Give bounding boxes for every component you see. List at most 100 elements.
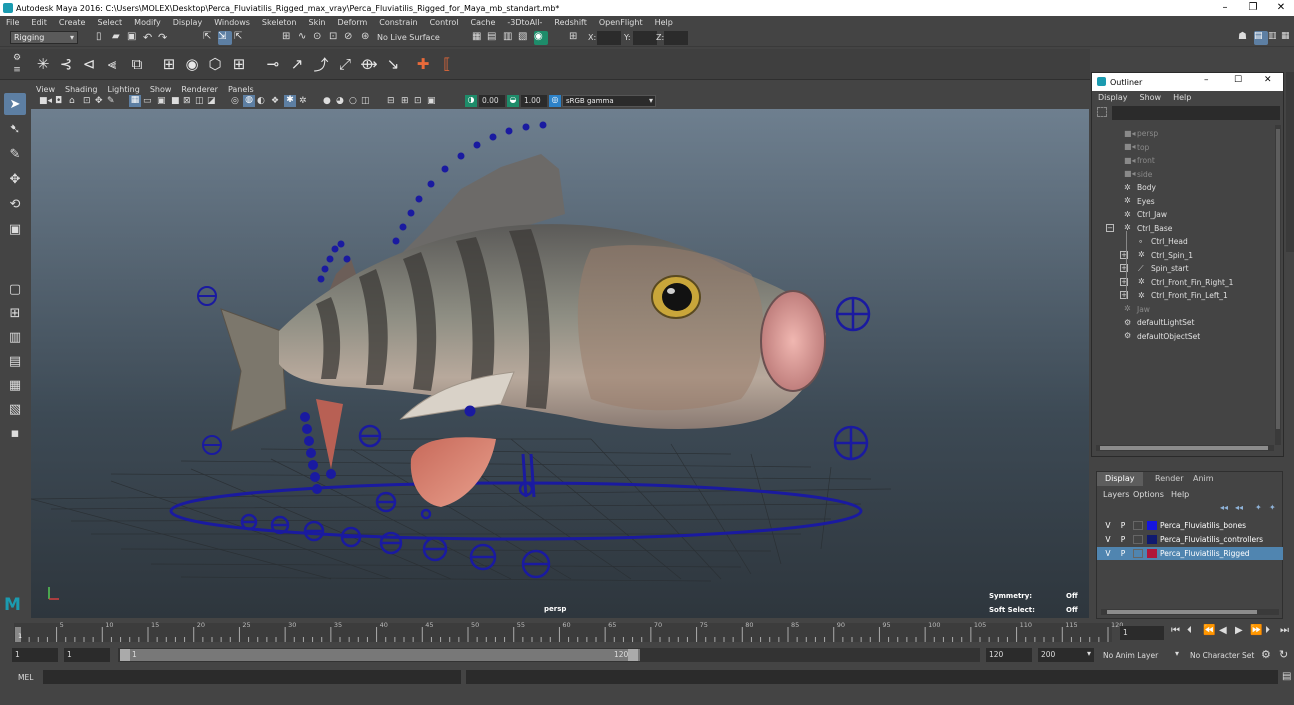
play-forwards-button[interactable]: ▶ (1235, 625, 1243, 636)
undo-icon[interactable]: ↶ (143, 31, 157, 45)
outliner-menu-display[interactable]: Display (1092, 93, 1134, 102)
persp-outliner-layout-icon[interactable]: ▦ (4, 374, 26, 396)
menu-cache[interactable]: Cache (465, 18, 502, 27)
outliner-item[interactable]: ⟋ Spin_start (1138, 262, 1189, 275)
mel-command-input[interactable] (43, 670, 461, 684)
current-frame-field[interactable]: 1 (1120, 626, 1164, 640)
menu-redshift[interactable]: Redshift (548, 18, 592, 27)
range-bar[interactable]: 1 120 (118, 648, 980, 662)
channel-box-toggle-icon[interactable]: ▥ (1268, 31, 1282, 45)
layer-color-swatch[interactable] (1147, 535, 1157, 544)
render-frame-icon[interactable]: ▤ (487, 31, 501, 45)
menu-3dtoall[interactable]: -3DtoAll- (501, 18, 548, 27)
isolate-select-icon[interactable]: ⊟ (387, 96, 395, 106)
z-field[interactable] (664, 31, 688, 45)
play-backwards-button[interactable]: ◀ (1219, 625, 1227, 636)
lattice-icon[interactable]: ⬡ (204, 53, 226, 75)
modeling-toolkit-icon[interactable]: ☗ (1238, 31, 1252, 45)
close-button[interactable]: ✕ (1266, 0, 1294, 16)
layer-color-swatch[interactable] (1147, 521, 1157, 530)
menu-windows[interactable]: Windows (208, 18, 256, 27)
snap-grid-icon[interactable]: ⊞ (282, 31, 296, 45)
layer-visibility-toggle[interactable]: V (1103, 549, 1113, 558)
outliner-item[interactable]: ■◂ top (1124, 141, 1149, 154)
shade-wire-icon[interactable]: ◐ (257, 96, 265, 106)
open-scene-icon[interactable]: ▰ (112, 31, 126, 45)
go-to-start-button[interactable]: ⏮ (1171, 625, 1180, 636)
perspective-viewport[interactable]: persp Symmetry: Off Soft Select: Off (31, 109, 1089, 618)
snap-view-icon[interactable]: ⊡ (329, 31, 343, 45)
mirror-joint-icon[interactable]: ⧉ (126, 53, 148, 75)
screen-space-ao-icon[interactable]: ● (323, 96, 331, 106)
motion-blur-icon[interactable]: ◕ (336, 96, 344, 106)
persp-hypershade-layout-icon[interactable]: ▧ (4, 398, 26, 420)
xray-joints-icon[interactable]: ⊡ (414, 96, 422, 106)
four-view-layout-icon[interactable]: ⊞ (4, 302, 26, 324)
textured-icon[interactable]: ❖ (271, 96, 279, 106)
select-tool-icon[interactable]: ➤ (4, 93, 26, 115)
animation-end-field[interactable]: 200 (1038, 648, 1094, 662)
hypershade-icon[interactable]: ◉ (534, 31, 548, 45)
shelf-menu-icon[interactable]: ⚙ ≡ (12, 52, 22, 77)
outliner-item[interactable]: ✲ Ctrl_Front_Fin_Left_1 (1138, 289, 1228, 302)
menuset-dropdown[interactable]: Rigging ▾ (10, 31, 78, 44)
depth-of-field-icon[interactable]: ◫ (361, 96, 370, 106)
viewport-menu-view[interactable]: View (31, 85, 60, 94)
select-object-icon[interactable]: ⇲ (218, 31, 232, 45)
select-hierarchy-icon[interactable]: ⇱ (203, 31, 217, 45)
x-field[interactable] (597, 31, 621, 45)
layer-row[interactable]: V P Perca_Fluviatilis_controllers (1097, 533, 1283, 546)
exposure-icon[interactable]: ◑ (465, 95, 477, 107)
redo-icon[interactable]: ↷ (158, 31, 172, 45)
locator-icon[interactable]: ✚ (412, 53, 434, 75)
tool-settings-toggle-icon[interactable]: ▦ (1281, 31, 1294, 45)
persp-graph-layout-icon[interactable]: ▤ (4, 350, 26, 372)
grease-pencil-icon[interactable]: ✎ (107, 96, 115, 106)
layer-visibility-toggle[interactable]: V (1103, 521, 1113, 530)
viewport-menu-show[interactable]: Show (145, 85, 177, 94)
resolution-gate-icon[interactable]: ▣ (157, 96, 166, 106)
outliner-item[interactable]: ✲ Ctrl_Base (1124, 222, 1172, 235)
outliner-item[interactable]: ✲ Eyes (1124, 195, 1155, 208)
bookmark-icon[interactable]: ⌂ (69, 96, 75, 106)
layer-type-toggle[interactable] (1133, 521, 1143, 530)
layer-hscrollbar[interactable] (1101, 609, 1279, 615)
go-to-end-button[interactable]: ⏭ (1280, 625, 1289, 636)
outliner-menu-show[interactable]: Show (1134, 93, 1168, 102)
custom-layout-icon[interactable]: ▪ (4, 422, 26, 444)
render-view-icon[interactable]: ▦ (472, 31, 486, 45)
outliner-search-input[interactable] (1112, 106, 1280, 120)
viewport-menu-lighting[interactable]: Lighting (102, 85, 144, 94)
outliner-item[interactable]: ■◂ side (1124, 168, 1152, 181)
outliner-item[interactable]: ⚙ defaultLightSet (1124, 316, 1194, 329)
viewport-menu-renderer[interactable]: Renderer (176, 85, 223, 94)
outliner-vscrollbar[interactable] (1275, 125, 1281, 445)
outliner-item[interactable]: ✲ Ctrl_Front_Fin_Right_1 (1138, 276, 1233, 289)
multisample-aa-icon[interactable]: ○ (349, 96, 357, 106)
select-component-icon[interactable]: ⇱ (234, 31, 248, 45)
outliner-close-button[interactable]: ✕ (1264, 75, 1272, 85)
exposure-field[interactable]: 0.00 (479, 95, 505, 107)
preferences-icon[interactable]: ↻ (1279, 648, 1288, 661)
tab-anim[interactable]: Anim (1185, 472, 1222, 486)
grid-toggle-icon[interactable]: ▦ (129, 95, 141, 107)
insert-joint-icon[interactable]: ⫷ (101, 53, 123, 75)
xray-icon[interactable]: ⊞ (401, 96, 409, 106)
ik-spline-icon[interactable]: ⊲ (78, 53, 100, 75)
outliner-item[interactable]: ✲ Ctrl_Spin_1 (1138, 249, 1193, 262)
snap-curve-icon[interactable]: ∿ (298, 31, 312, 45)
menu-control[interactable]: Control (424, 18, 465, 27)
step-forward-frame-button[interactable]: ⏵ (1265, 625, 1270, 636)
gamma-field[interactable]: 1.00 (521, 95, 547, 107)
layer-type-toggle[interactable] (1133, 535, 1143, 544)
move-layer-down-icon[interactable]: ◂◂ (1235, 503, 1243, 512)
outliner-minimize-button[interactable]: – (1204, 75, 1209, 85)
menu-edit[interactable]: Edit (25, 18, 53, 27)
shadows-icon[interactable]: ✲ (299, 96, 307, 106)
snap-surface-icon[interactable]: ⊘ (344, 31, 358, 45)
layer-color-swatch[interactable] (1147, 549, 1157, 558)
menu-constrain[interactable]: Constrain (373, 18, 423, 27)
move-layer-up-icon[interactable]: ◂◂ (1220, 503, 1228, 512)
anim-layer-dropdown[interactable]: No Anim Layer (1103, 651, 1158, 660)
cluster-icon[interactable]: ⊞ (228, 53, 250, 75)
